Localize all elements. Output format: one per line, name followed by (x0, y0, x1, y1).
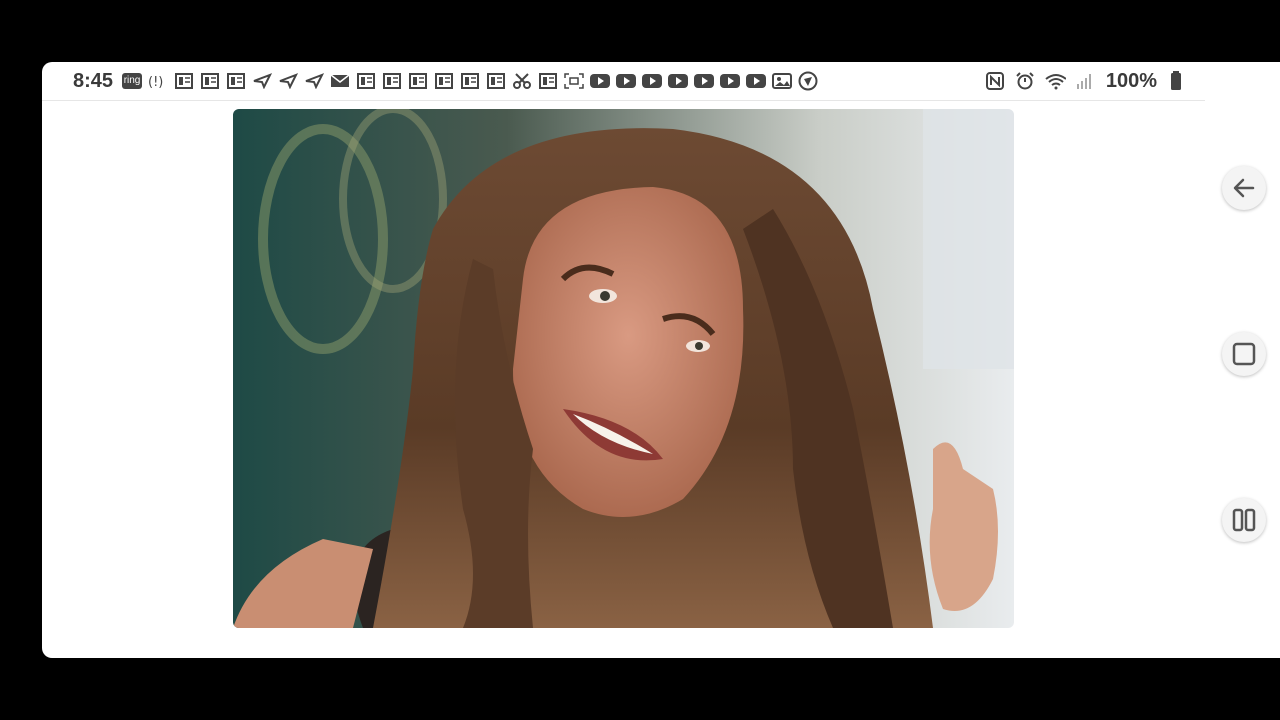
home-square-icon (1232, 342, 1256, 366)
phone-screen: 8:45 ring (!) 100% (42, 62, 1280, 658)
news-icon (381, 71, 403, 91)
ring-app-icon: ring (121, 71, 143, 91)
back-arrow-icon (1233, 178, 1255, 198)
mail-icon (329, 71, 351, 91)
screenshot-icon (563, 71, 585, 91)
youtube-icon (745, 71, 767, 91)
youtube-icon (719, 71, 741, 91)
back-button[interactable] (1222, 166, 1266, 210)
news-icon (199, 71, 221, 91)
recent-apps-icon (1232, 508, 1256, 532)
wifi-icon (1044, 71, 1066, 91)
battery-icon (1165, 71, 1187, 91)
news-icon (433, 71, 455, 91)
home-button[interactable] (1222, 332, 1266, 376)
battery-percent: 100% (1105, 69, 1157, 92)
youtube-icon (589, 71, 611, 91)
flight-icon (303, 71, 325, 91)
news-icon (407, 71, 429, 91)
youtube-icon (615, 71, 637, 91)
ring-badge-label: ring (121, 73, 143, 89)
status-bar: 8:45 ring (!) 100% (42, 62, 1205, 101)
recent-apps-button[interactable] (1222, 498, 1266, 542)
gallery-icon (771, 71, 793, 91)
flight-icon (251, 71, 273, 91)
youtube-icon (667, 71, 689, 91)
notification-icons: ring (!) (121, 71, 819, 91)
news-icon (225, 71, 247, 91)
news-icon (459, 71, 481, 91)
news-icon (485, 71, 507, 91)
news-icon (173, 71, 195, 91)
youtube-icon (641, 71, 663, 91)
system-status-icons: 100% (984, 62, 1187, 100)
scissors-icon (511, 71, 533, 91)
flight-icon (277, 71, 299, 91)
svg-text:(!): (!) (148, 75, 163, 89)
news-icon (537, 71, 559, 91)
youtube-icon (693, 71, 715, 91)
news-icon (355, 71, 377, 91)
alert-vibrate-icon: (!) (147, 71, 169, 91)
clock-app-icon (797, 71, 819, 91)
status-time: 8:45 (73, 69, 114, 92)
signal-icon (1074, 71, 1096, 91)
alarm-icon (1014, 71, 1036, 91)
portrait-photo (233, 109, 1014, 628)
nfc-icon (984, 71, 1006, 91)
